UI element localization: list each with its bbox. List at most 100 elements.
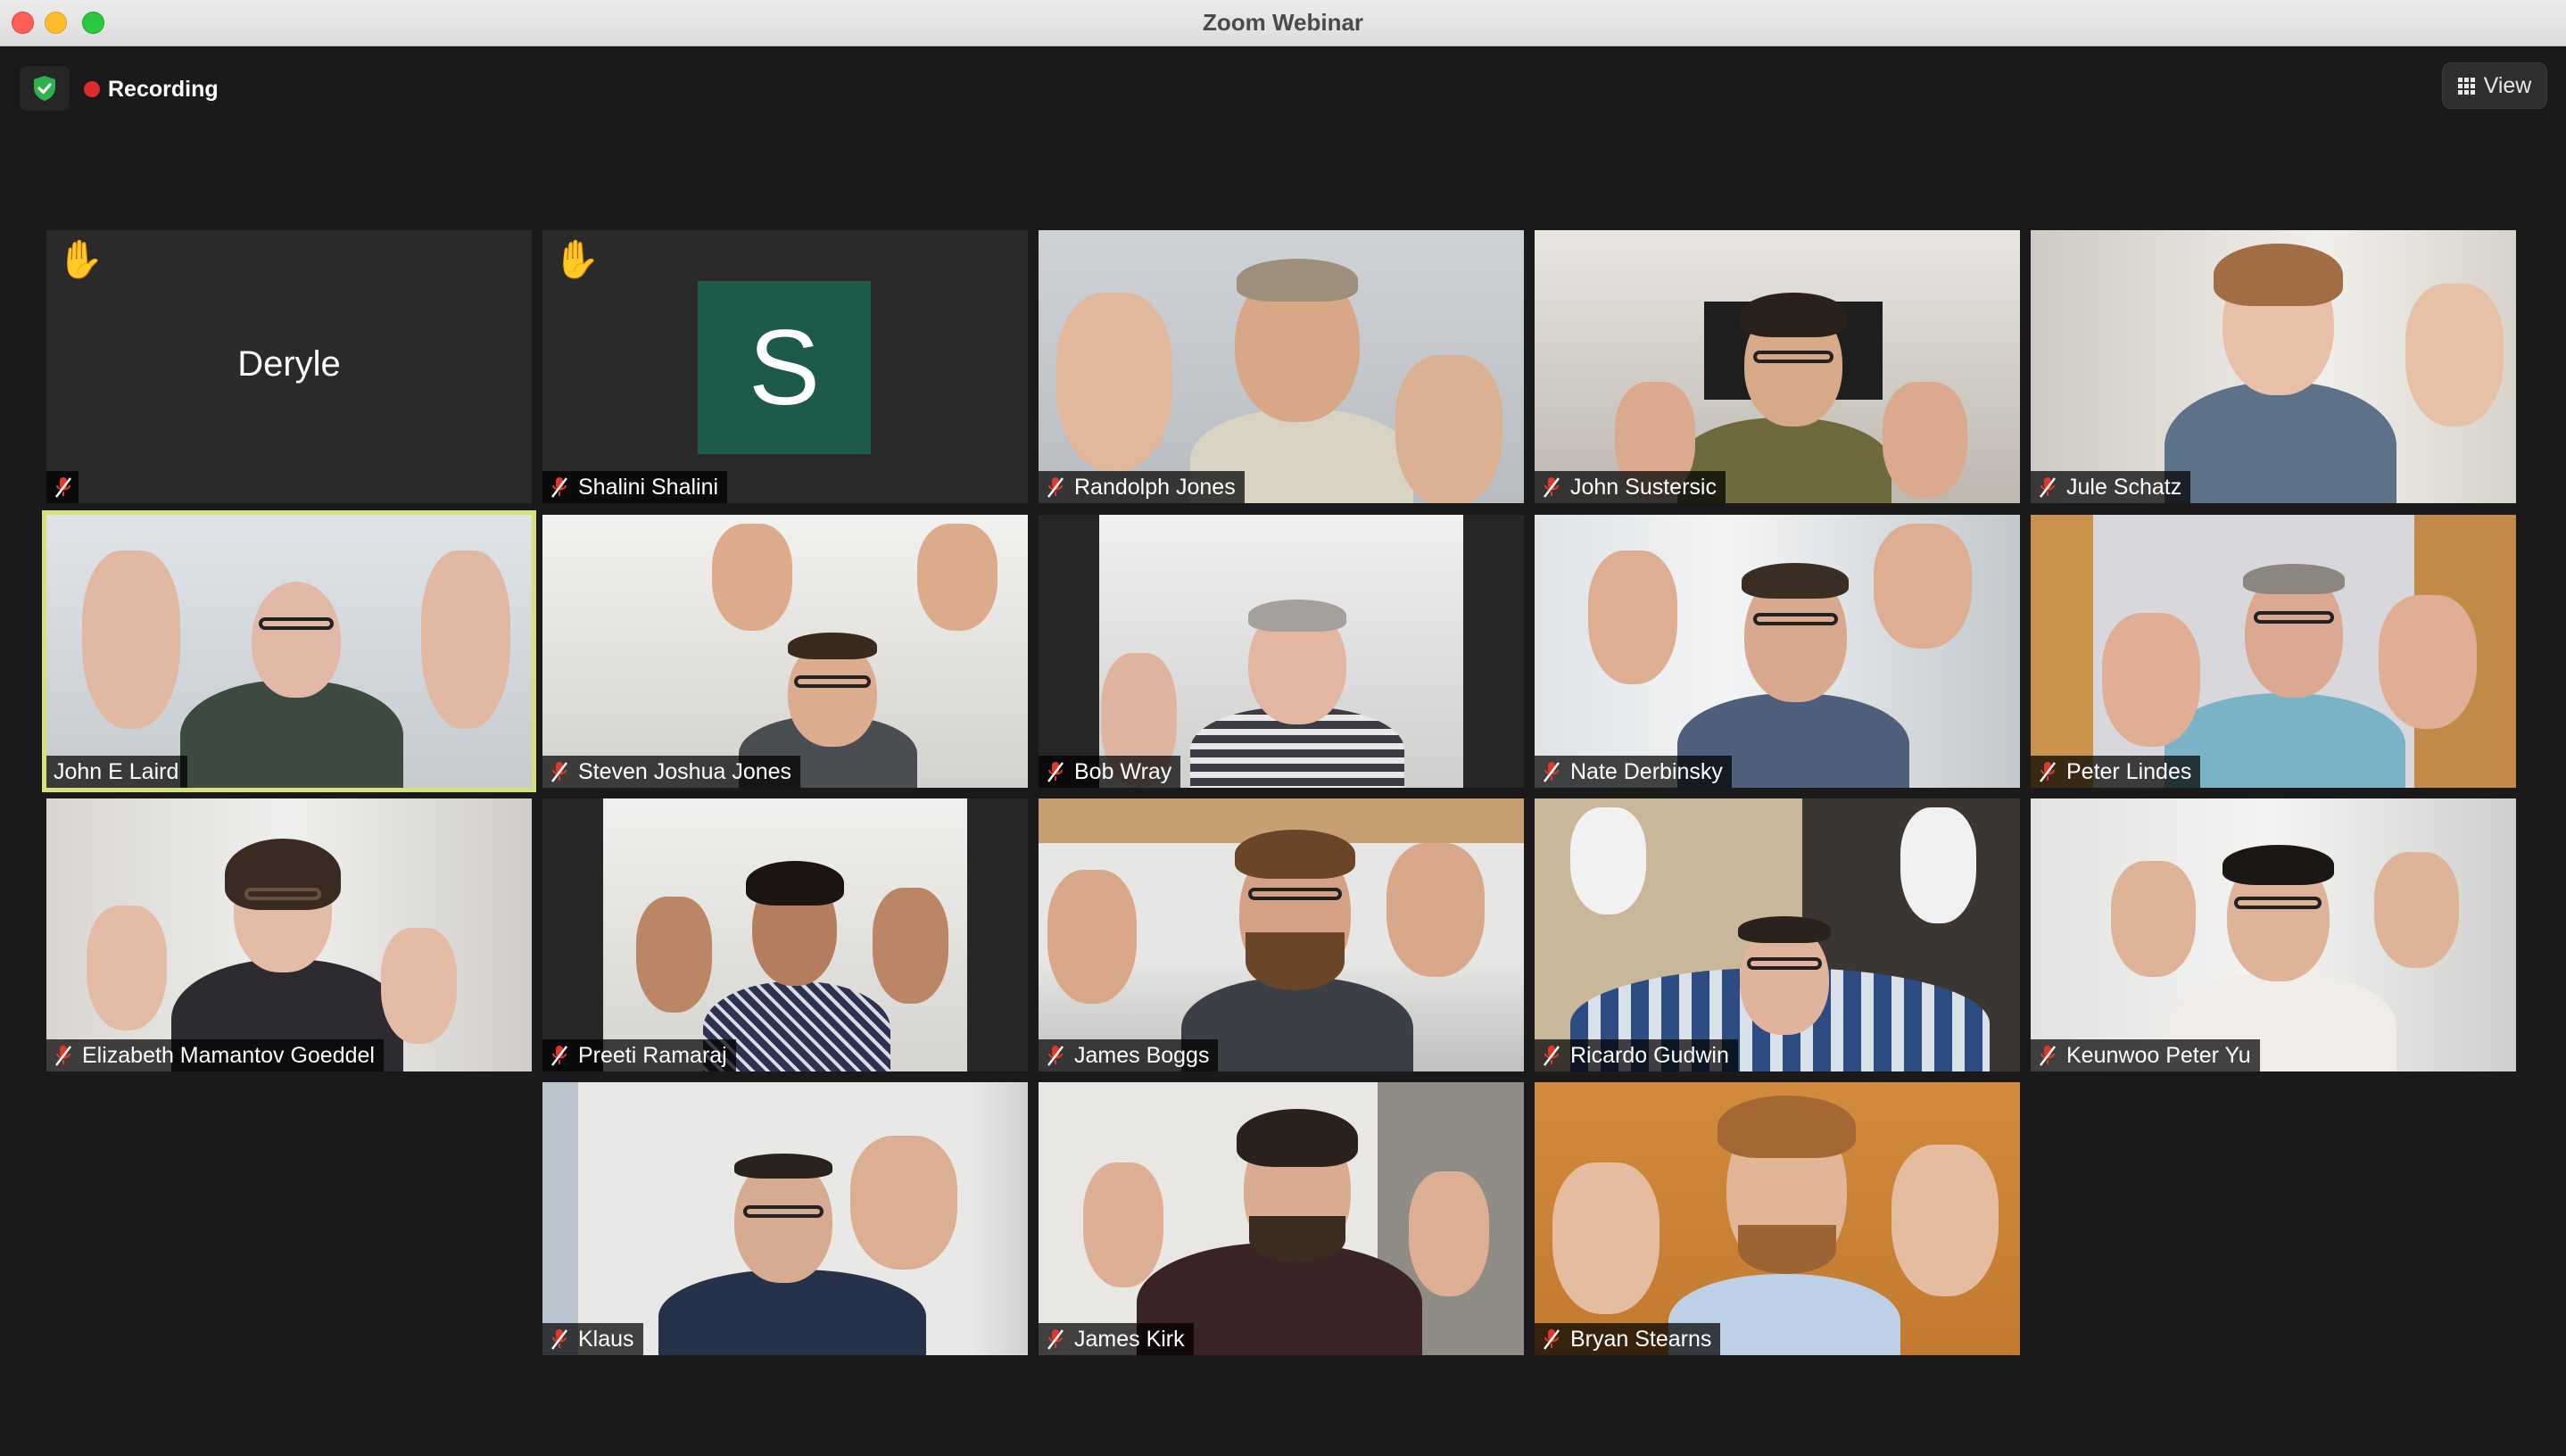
shield-check-icon — [34, 76, 55, 101]
participant-tile-keunwoo-peter-yu[interactable]: Keunwoo Peter Yu — [2031, 798, 2516, 1071]
participant-name-label: Preeti Ramaraj — [542, 1039, 736, 1071]
participant-video — [542, 515, 1028, 788]
participant-name: Jule Schatz — [2066, 474, 2182, 500]
microphone-muted-icon — [551, 477, 567, 498]
participant-name: Bob Wray — [1074, 758, 1172, 784]
participant-video — [1535, 798, 2020, 1071]
microphone-muted-icon — [55, 477, 71, 498]
participant-tile-deryle[interactable]: ✋ Deryle — [46, 230, 532, 503]
participant-name-label: Randolph Jones — [1039, 471, 1245, 503]
participant-tile-john-e-laird[interactable]: John E Laird — [42, 510, 536, 792]
participant-name-label: Keunwoo Peter Yu — [2031, 1039, 2260, 1071]
participant-tile-randolph-jones[interactable]: Randolph Jones — [1039, 230, 1524, 503]
participant-name-label: Jule Schatz — [2031, 471, 2191, 503]
participant-video — [46, 798, 532, 1071]
microphone-muted-icon — [1544, 1329, 1560, 1350]
participant-name: Randolph Jones — [1074, 474, 1236, 500]
participant-video — [2031, 230, 2516, 503]
microphone-muted-icon — [551, 762, 567, 782]
participant-name-label: Peter Lindes — [2031, 756, 2201, 788]
participant-name-label: John E Laird — [46, 756, 188, 788]
participant-name: Keunwoo Peter Yu — [2066, 1042, 2251, 1068]
microphone-muted-icon — [551, 1329, 567, 1350]
participant-name: Preeti Ramaraj — [578, 1042, 727, 1068]
grid-icon — [2457, 77, 2475, 95]
participant-name: Peter Lindes — [2066, 758, 2192, 784]
participant-name-label: Elizabeth Mamantov Goeddel — [46, 1039, 384, 1071]
participant-video — [2031, 798, 2516, 1071]
microphone-muted-icon — [2040, 1046, 2056, 1066]
participant-name: Ricardo Gudwin — [1570, 1042, 1729, 1068]
participant-name: James Boggs — [1074, 1042, 1210, 1068]
participant-name-label: James Boggs — [1039, 1039, 1219, 1071]
microphone-muted-icon — [1544, 477, 1560, 498]
participant-tile-james-kirk[interactable]: James Kirk — [1039, 1082, 1524, 1355]
participant-name-label: John Sustersic — [1535, 471, 1726, 503]
participant-name-label — [46, 471, 79, 503]
participant-tile-klaus[interactable]: Klaus — [542, 1082, 1028, 1355]
participant-video — [542, 798, 1028, 1071]
participant-tile-preeti-ramaraj[interactable]: Preeti Ramaraj — [542, 798, 1028, 1071]
avatar: S — [698, 281, 871, 454]
window-title: Zoom Webinar — [1202, 9, 1364, 36]
view-button[interactable]: View — [2442, 62, 2547, 109]
participant-name-label: James Kirk — [1039, 1323, 1194, 1355]
participant-name: Bryan Stearns — [1570, 1326, 1712, 1352]
microphone-muted-icon — [55, 1046, 71, 1066]
participant-name-label: Ricardo Gudwin — [1535, 1039, 1738, 1071]
microphone-muted-icon — [2040, 762, 2056, 782]
microphone-muted-icon — [1047, 762, 1064, 782]
participant-tile-peter-lindes[interactable]: Peter Lindes — [2031, 515, 2516, 788]
security-shield-button[interactable] — [20, 66, 70, 111]
participant-name: John E Laird — [54, 758, 179, 784]
participant-display-name: Deryle — [237, 344, 341, 384]
participant-name-label: Nate Derbinsky — [1535, 756, 1732, 788]
view-label: View — [2483, 72, 2532, 98]
participant-video — [1039, 515, 1524, 788]
participant-name: John Sustersic — [1570, 474, 1717, 500]
raised-hand-icon: ✋ — [57, 238, 104, 280]
participant-video — [1039, 798, 1524, 1071]
participant-tile-john-sustersic[interactable]: John Sustersic — [1535, 230, 2020, 503]
recording-label: Recording — [108, 76, 219, 102]
microphone-muted-icon — [1544, 1046, 1560, 1066]
recording-indicator[interactable]: Recording — [84, 70, 219, 109]
window-titlebar: Zoom Webinar — [0, 0, 2566, 46]
participant-name-label: Steven Joshua Jones — [542, 756, 801, 788]
participant-tile-ricardo-gudwin[interactable]: Ricardo Gudwin — [1535, 798, 2020, 1071]
microphone-muted-icon — [1047, 1046, 1064, 1066]
raised-hand-icon: ✋ — [553, 238, 600, 280]
participant-video — [1039, 1082, 1524, 1355]
participant-name: James Kirk — [1074, 1326, 1185, 1352]
participant-video — [542, 1082, 1028, 1355]
recording-dot-icon — [84, 81, 100, 97]
participant-name-label: Klaus — [542, 1323, 643, 1355]
participant-name: Nate Derbinsky — [1570, 758, 1723, 784]
participant-tile-shalini-shalini[interactable]: ✋ S Shalini Shalini — [542, 230, 1028, 503]
participant-name: Shalini Shalini — [578, 474, 719, 500]
participant-tile-elizabeth-mamantov-goeddel[interactable]: Elizabeth Mamantov Goeddel — [46, 798, 532, 1071]
participant-video — [46, 515, 532, 788]
participant-name: Elizabeth Mamantov Goeddel — [82, 1042, 375, 1068]
participant-tile-bryan-stearns[interactable]: Bryan Stearns — [1535, 1082, 2020, 1355]
participant-tile-james-boggs[interactable]: James Boggs — [1039, 798, 1524, 1071]
microphone-muted-icon — [1047, 1329, 1064, 1350]
participant-name: Steven Joshua Jones — [578, 758, 792, 784]
participant-name-label: Shalini Shalini — [542, 471, 728, 503]
microphone-muted-icon — [2040, 477, 2056, 498]
participant-tile-steven-joshua-jones[interactable]: Steven Joshua Jones — [542, 515, 1028, 788]
microphone-muted-icon — [1544, 762, 1560, 782]
webinar-content: Recording View ✋ Deryle ✋ S Shalini Shal… — [0, 46, 2566, 1456]
participant-video — [1039, 230, 1524, 503]
participant-name-label: Bryan Stearns — [1535, 1323, 1721, 1355]
microphone-muted-icon — [1047, 477, 1064, 498]
participant-name: Klaus — [578, 1326, 634, 1352]
participant-tile-nate-derbinsky[interactable]: Nate Derbinsky — [1535, 515, 2020, 788]
participant-video — [1535, 230, 2020, 503]
participant-video — [1535, 515, 2020, 788]
participant-video — [1535, 1082, 2020, 1355]
participant-tile-bob-wray[interactable]: Bob Wray — [1039, 515, 1524, 788]
microphone-muted-icon — [551, 1046, 567, 1066]
participant-tile-jule-schatz[interactable]: Jule Schatz — [2031, 230, 2516, 503]
participant-name-label: Bob Wray — [1039, 756, 1181, 788]
